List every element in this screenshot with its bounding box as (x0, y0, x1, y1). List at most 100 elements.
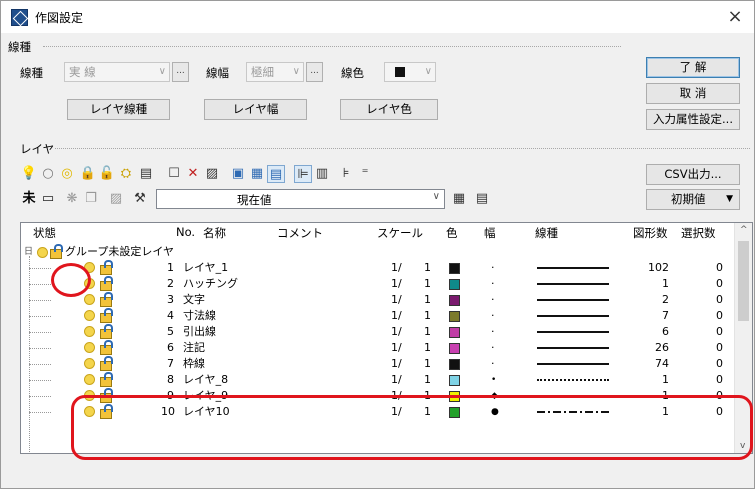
row-number: 7 (167, 357, 174, 370)
table-row[interactable]: 4 寸法線 1/1 · 7 0 (21, 308, 734, 324)
table-row[interactable]: 8 レイヤ_8 1/1 • 1 0 (21, 372, 734, 388)
flat-view-icon[interactable]: ▥ (313, 165, 331, 183)
layer-linetype[interactable] (537, 340, 609, 356)
table-row[interactable]: 3 文字 1/1 · 2 0 (21, 292, 734, 308)
table-row[interactable]: 7 枠線 1/1 · 74 0 (21, 356, 734, 372)
lock-icon[interactable] (100, 324, 113, 339)
table-row[interactable]: 6 注記 1/1 · 26 0 (21, 340, 734, 356)
settings-icon[interactable]: ▦ (450, 190, 468, 208)
group-row[interactable]: 日 グループ未設定レイヤ (21, 244, 734, 260)
column-header-shapes[interactable]: 図形数 (633, 225, 668, 241)
bulb-pair-icon[interactable]: ◎ (58, 165, 76, 183)
ok-button[interactable]: 了 解 (646, 57, 740, 78)
layer-width[interactable]: · (491, 276, 495, 292)
layer-color-swatch[interactable] (449, 359, 460, 370)
column-header-width[interactable]: 幅 (484, 225, 496, 241)
layer-linetype[interactable] (537, 276, 609, 292)
lock-icon[interactable] (100, 340, 113, 355)
line-width-select[interactable]: 極細 ∨ (246, 62, 304, 82)
view-mode-3-icon[interactable]: ▤ (267, 165, 285, 183)
collapse-icon[interactable]: ⁼ (356, 165, 374, 183)
column-header-status[interactable]: 状態 (33, 225, 56, 241)
copy-icon[interactable]: ❐ (82, 190, 100, 208)
layer-color-swatch[interactable] (449, 295, 460, 306)
scroll-thumb[interactable] (738, 241, 749, 321)
layer-list-icon[interactable]: ▤ (137, 165, 155, 183)
layer-line-color-button[interactable]: レイヤ色 (340, 99, 438, 120)
line-type-more-button[interactable]: ... (172, 62, 189, 82)
unlock-icon[interactable]: 🔓 (98, 165, 116, 183)
export-icon[interactable]: ▤ (473, 190, 491, 208)
lock-icon[interactable] (100, 308, 113, 323)
delete-icon[interactable]: ✕ (184, 165, 202, 183)
column-header-linetype[interactable]: 線種 (535, 225, 558, 241)
bulb-icon[interactable] (84, 310, 95, 321)
layer-linetype[interactable] (537, 308, 609, 324)
lock-icon[interactable] (100, 260, 113, 275)
lock-group-icon[interactable]: ⛭ (117, 165, 135, 183)
layer-width[interactable]: · (491, 308, 495, 324)
bulb-icon[interactable] (84, 358, 95, 369)
bulb-icon[interactable]: 💡 (20, 165, 38, 183)
lock-icon[interactable] (100, 372, 113, 387)
current-value-select[interactable]: 現在値 ∨ (156, 189, 445, 209)
cancel-button[interactable]: 取 消 (646, 83, 740, 104)
layer-linetype[interactable] (537, 372, 609, 388)
layer-linetype[interactable] (537, 292, 609, 308)
lock-icon[interactable]: 🔒 (79, 165, 97, 183)
import-icon[interactable]: ▨ (107, 190, 125, 208)
layer-width[interactable]: · (491, 292, 495, 308)
save-icon[interactable]: ▭ (39, 190, 57, 208)
bulb-icon[interactable] (84, 294, 95, 305)
scroll-up-icon[interactable]: ^ (740, 225, 748, 235)
new-layer-icon[interactable]: ☐ (165, 165, 183, 183)
layer-linetype[interactable] (537, 356, 609, 372)
table-row[interactable]: 2 ハッチング 1/1 · 1 0 (21, 276, 734, 292)
layer-width[interactable]: · (491, 260, 495, 276)
column-header-color[interactable]: 色 (446, 225, 458, 241)
line-width-more-button[interactable]: ... (306, 62, 323, 82)
view-mode-1-icon[interactable]: ▣ (229, 165, 247, 183)
layer-width[interactable]: · (491, 340, 495, 356)
scale-value: 1 (424, 261, 431, 274)
layer-color-swatch[interactable] (449, 327, 460, 338)
expand-icon[interactable]: ⊧ (337, 165, 355, 183)
column-header-no[interactable]: No. (176, 225, 195, 239)
initial-value-button[interactable]: 初期値 ▼ (646, 189, 740, 210)
layer-color-swatch[interactable] (449, 343, 460, 354)
table-row[interactable]: 1 レイヤ_1 1/1 · 102 0 (21, 260, 734, 276)
layer-linetype[interactable] (537, 260, 609, 276)
bulb-icon[interactable] (84, 374, 95, 385)
column-header-comment[interactable]: コメント (277, 225, 323, 241)
layer-color-swatch[interactable] (449, 311, 460, 322)
input-attributes-button[interactable]: 入力属性設定... (646, 109, 740, 130)
line-type-select[interactable]: 実 線 ∨ (64, 62, 170, 82)
table-row[interactable]: 5 引出線 1/1 · 6 0 (21, 324, 734, 340)
lock-icon[interactable] (100, 276, 113, 291)
layer-width[interactable]: · (491, 324, 495, 340)
bulb-icon[interactable] (84, 326, 95, 337)
merge-icon[interactable]: ❋ (63, 190, 81, 208)
layer-color-swatch[interactable] (449, 279, 460, 290)
layer-line-width-button[interactable]: レイヤ幅 (204, 99, 307, 120)
lock-icon[interactable] (100, 292, 113, 307)
bulb-icon[interactable] (84, 342, 95, 353)
layer-width[interactable]: • (491, 372, 496, 388)
properties-icon[interactable]: ▨ (203, 165, 221, 183)
layer-color-swatch[interactable] (449, 263, 460, 274)
column-header-name[interactable]: 名称 (203, 225, 226, 241)
layer-width[interactable]: · (491, 356, 495, 372)
layer-line-type-button[interactable]: レイヤ線種 (67, 99, 170, 120)
column-header-selected[interactable]: 選択数 (681, 225, 716, 241)
column-header-scale[interactable]: スケール (377, 225, 423, 241)
view-mode-2-icon[interactable]: ▦ (248, 165, 266, 183)
close-button[interactable]: × (722, 5, 748, 29)
layer-color-swatch[interactable] (449, 375, 460, 386)
lock-icon[interactable] (100, 356, 113, 371)
bulb-outline-icon[interactable]: ○ (39, 165, 57, 183)
pick-icon[interactable]: ⚒ (131, 190, 149, 208)
csv-export-button[interactable]: CSV出力... (646, 164, 740, 185)
layer-linetype[interactable] (537, 324, 609, 340)
tree-view-icon[interactable]: ⊫ (294, 165, 312, 183)
line-color-select[interactable]: ∨ (384, 62, 436, 82)
